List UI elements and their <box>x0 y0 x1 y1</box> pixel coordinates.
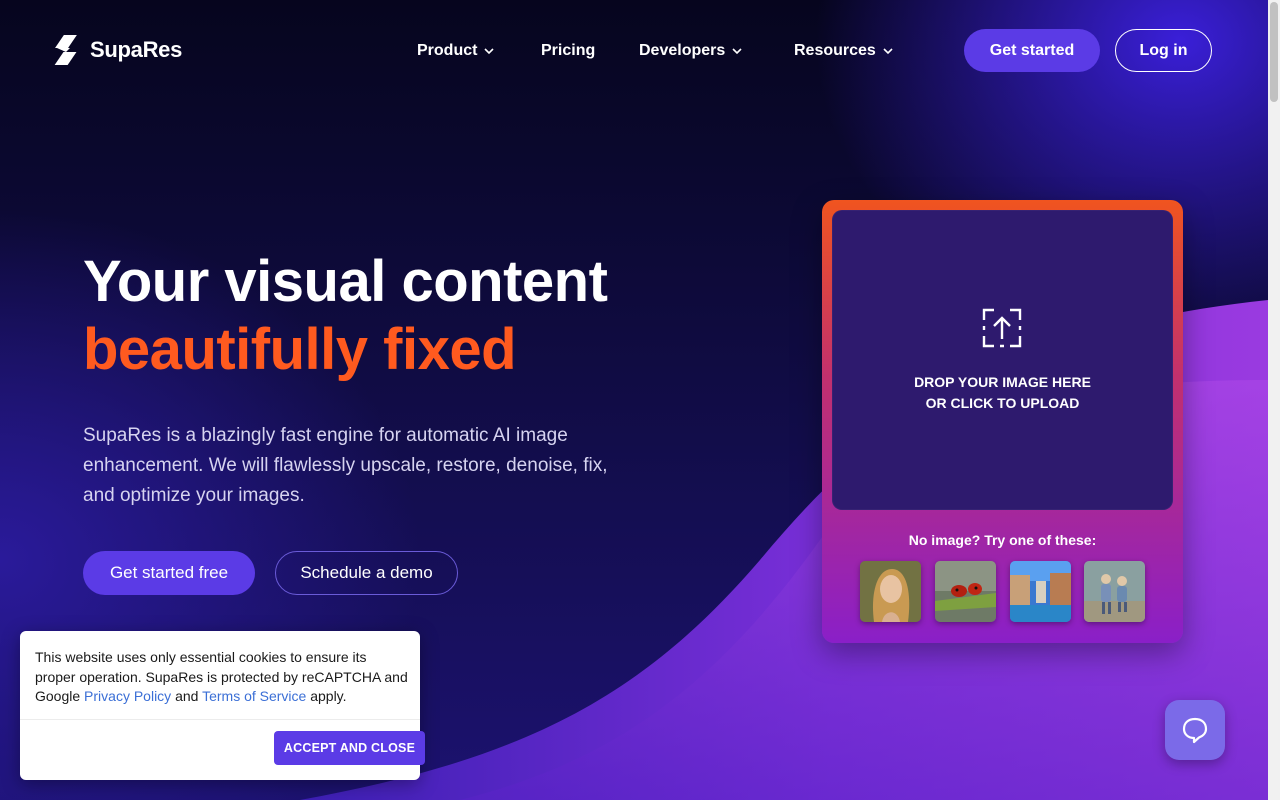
nav-product[interactable]: Product <box>417 40 495 62</box>
get-started-free-button[interactable]: Get started free <box>83 551 255 595</box>
privacy-policy-link[interactable]: Privacy Policy <box>84 688 171 704</box>
terms-of-service-link[interactable]: Terms of Service <box>202 688 306 704</box>
nav-resources-label: Resources <box>794 42 876 59</box>
nav-developers[interactable]: Developers <box>639 40 743 62</box>
sample-images-label: No image? Try one of these: <box>908 532 1097 548</box>
chat-widget-button[interactable] <box>1165 700 1225 760</box>
page-scrollbar[interactable] <box>1268 0 1280 800</box>
upload-icon <box>982 308 1022 348</box>
nav-get-started-button[interactable]: Get started <box>964 29 1100 72</box>
nav-product-label: Product <box>417 42 478 59</box>
chevron-down-icon <box>732 48 742 55</box>
cookie-banner: This website uses only essential cookies… <box>20 631 425 780</box>
hero-subtitle: SupaRes is a blazingly fast engine for a… <box>83 425 608 506</box>
nav-developers-label: Developers <box>639 42 726 59</box>
nav-resources[interactable]: Resources <box>794 40 894 62</box>
brand-logo[interactable]: SupaRes <box>52 34 182 66</box>
sample-image-children[interactable] <box>1084 561 1145 622</box>
sample-image-ladybug[interactable] <box>935 561 996 622</box>
nav-login-button[interactable]: Log in <box>1115 29 1212 72</box>
upload-card: DROP YOUR IMAGE HERE OR CLICK TO UPLOAD … <box>822 200 1183 643</box>
nav-pricing-label: Pricing <box>541 42 596 59</box>
cookie-message: This website uses only essential cookies… <box>35 648 410 707</box>
ladybug-thumbnail-icon <box>935 561 996 622</box>
dropzone-line2: OR CLICK TO UPLOAD <box>925 395 1080 411</box>
children-thumbnail-icon <box>1084 561 1145 622</box>
sample-image-portrait[interactable] <box>860 561 921 622</box>
canal-thumbnail-icon <box>1010 561 1071 622</box>
dropzone-instructions: DROP YOUR IMAGE HERE OR CLICK TO UPLOAD <box>832 372 1173 414</box>
hero-title: Your visual content beautifully fixed <box>83 248 608 384</box>
chevron-down-icon <box>883 48 893 55</box>
accept-cookies-button[interactable]: ACCEPT AND CLOSE <box>274 731 425 765</box>
brand-name: SupaRes <box>90 37 183 62</box>
dropzone-line1: DROP YOUR IMAGE HERE <box>914 374 1091 390</box>
schedule-demo-button[interactable]: Schedule a demo <box>275 551 458 595</box>
hero-title-line2: beautifully fixed <box>83 317 517 382</box>
cookie-text-and: and <box>171 688 203 704</box>
cookie-text-end: apply. <box>306 688 347 704</box>
sample-image-canal[interactable] <box>1010 561 1071 622</box>
portrait-thumbnail-icon <box>860 561 921 622</box>
cookie-divider <box>20 719 420 720</box>
scrollbar-thumb[interactable] <box>1270 2 1278 102</box>
chevron-down-icon <box>484 48 495 55</box>
nav-pricing[interactable]: Pricing <box>541 40 595 62</box>
chat-bubble-icon <box>1182 717 1208 744</box>
image-dropzone[interactable]: DROP YOUR IMAGE HERE OR CLICK TO UPLOAD <box>832 210 1173 510</box>
hero-title-line1: Your visual content <box>83 249 608 314</box>
suparess-logo-icon <box>54 35 77 65</box>
